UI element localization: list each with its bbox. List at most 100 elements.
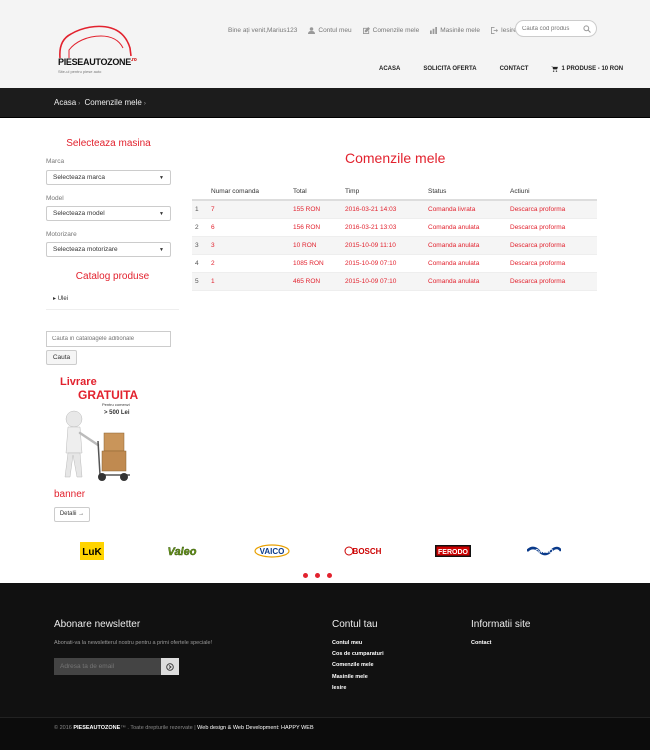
order-total: 156 RON (290, 218, 342, 237)
order-total: 1085 RON (290, 254, 342, 273)
svg-text:LuK: LuK (82, 547, 102, 558)
footer-link-contul-meu[interactable]: Contul meu (332, 640, 362, 646)
chart-icon (430, 26, 438, 34)
link-comenzile-mele[interactable]: Comenzile mele (362, 26, 419, 34)
order-number[interactable]: 7 (208, 200, 290, 219)
order-status: Comanda anulata (425, 236, 507, 255)
footer-link-masinile-mele[interactable]: Masinile mele (332, 674, 368, 680)
order-time: 2015-10-09 07:10 (342, 272, 425, 291)
newsletter-text: Abonati-va la newsletterul nostru pentru… (54, 640, 213, 646)
promo-line3: Pentru comenzi (102, 402, 130, 407)
row-index: 2 (192, 218, 208, 237)
footer-link-iesire[interactable]: Iesire (332, 685, 346, 691)
copyright: © 2016 PIESEAUTOZONE™ . Toate drepturile… (54, 725, 314, 731)
order-number[interactable]: 3 (208, 236, 290, 255)
catalog-item-ulei[interactable]: ▸ Ulei (53, 295, 68, 302)
marca-label: Marca (46, 158, 65, 165)
brand-logo-vaico[interactable]: VAICO (254, 542, 290, 560)
motorizare-select[interactable]: Selecteaza motorizare ▼ (46, 242, 171, 257)
order-status: Comanda anulata (425, 272, 507, 291)
site-footer (0, 583, 650, 717)
download-proforma-link[interactable]: Descarca proforma (507, 272, 597, 291)
row-index: 3 (192, 236, 208, 255)
order-time: 2015-10-09 07:10 (342, 254, 425, 273)
breadcrumb-separator: › (78, 101, 81, 107)
details-button[interactable]: Detalii → (54, 507, 90, 522)
logo-text[interactable]: PIESEAUTOZONE.ro (58, 57, 137, 67)
svg-text:FERODO: FERODO (438, 549, 469, 556)
order-number[interactable]: 2 (208, 254, 290, 273)
download-proforma-link[interactable]: Descarca proforma (507, 200, 597, 219)
order-time: 2016-03-21 14:03 (342, 200, 425, 219)
brand-logo-bosch[interactable]: BOSCH (344, 542, 382, 560)
model-select[interactable]: Selecteaza model ▼ (46, 206, 171, 221)
download-proforma-link[interactable]: Descarca proforma (507, 236, 597, 255)
row-index: 5 (192, 272, 208, 291)
nav-contact[interactable]: CONTACT (500, 66, 529, 72)
chevron-down-icon: ▼ (159, 174, 164, 181)
logo-car-outline[interactable] (55, 20, 135, 76)
column-header: Total (290, 183, 342, 201)
brand-logo-valeo[interactable]: Valeo (164, 542, 200, 560)
column-header: Actiuni (507, 183, 597, 201)
order-total: 465 RON (290, 272, 342, 291)
footer-link-comenzile-mele[interactable]: Comenzile mele (332, 662, 374, 668)
order-time: 2016-03-21 13:03 (342, 218, 425, 237)
breadcrumb-current: Comenzile mele (84, 98, 142, 107)
order-number[interactable]: 6 (208, 218, 290, 237)
order-status: Comanda anulata (425, 254, 507, 273)
breadcrumb-separator: › (143, 101, 146, 107)
column-header: Numar comanda (208, 183, 290, 201)
nav-acasa[interactable]: ACASA (379, 66, 400, 72)
newsletter-submit-button[interactable] (161, 658, 179, 675)
select-car-title: Selecteaza masina (66, 138, 151, 149)
search-input[interactable] (522, 24, 582, 34)
breadcrumb: Acasa › Comenzile mele › (54, 98, 148, 107)
newsletter-title: Abonare newsletter (54, 619, 141, 630)
footer-link-contact[interactable]: Contact (471, 640, 491, 646)
link-contul-meu[interactable]: Contul meu (308, 26, 352, 34)
carousel-dot[interactable] (303, 573, 308, 578)
greeting-text: Bine ați venit,Marius123 (228, 26, 298, 34)
user-icon (308, 26, 316, 34)
main-nav: ACASA SOLICITA OFERTA CONTACT 1 PRODUSE … (379, 66, 623, 72)
brand-logo-ferodo[interactable]: FERODO (435, 542, 471, 560)
carousel-dot[interactable] (315, 573, 320, 578)
carousel-dot[interactable] (327, 573, 332, 578)
column-header: Status (425, 183, 507, 201)
catalog-search-input[interactable] (46, 331, 171, 347)
catalog-search-button[interactable]: Cauta (46, 350, 77, 365)
logo-tagline: Site-ul pentru piese auto (58, 69, 102, 74)
svg-text:Valeo: Valeo (168, 546, 197, 558)
row-index: 4 (192, 254, 208, 273)
footer-link-cos[interactable]: Cos de cumparaturi (332, 651, 384, 657)
table-row: 5 1 465 RON 2015-10-09 07:10 Comanda anu… (192, 272, 597, 291)
bottom-bar (0, 717, 650, 750)
marca-select[interactable]: Selecteaza marca ▼ (46, 170, 171, 185)
breadcrumb-home[interactable]: Acasa (54, 98, 76, 107)
model-label: Model (46, 195, 64, 202)
delivery-figure-icon (64, 410, 130, 481)
nav-solicita-oferta[interactable]: SOLICITA OFERTA (423, 66, 476, 72)
svg-text:BOSCH: BOSCH (353, 547, 382, 556)
svg-text:VAICO: VAICO (260, 547, 285, 556)
download-proforma-link[interactable]: Descarca proforma (507, 218, 597, 237)
account-title: Contul tau (332, 619, 378, 630)
table-row: 3 3 10 RON 2015-10-09 11:10 Comanda anul… (192, 236, 597, 255)
column-header: Timp (342, 183, 425, 201)
cart-link[interactable]: 1 PRODUSE - 10 RON (551, 66, 623, 72)
free-delivery-banner[interactable]: Livrare GRATUITA Pentru comenzi > 500 Le… (58, 371, 143, 486)
link-iesire[interactable]: Iesire (490, 26, 517, 34)
credits-link[interactable]: Web design & Web Development: HAPPY WEB (197, 725, 313, 731)
download-proforma-link[interactable]: Descarca proforma (507, 254, 597, 273)
search-icon[interactable] (583, 25, 591, 33)
order-status: Comanda anulata (425, 218, 507, 237)
brand-logo-dayco[interactable]: DAYCO (527, 542, 561, 560)
link-masinile-mele[interactable]: Masinile mele (430, 26, 480, 34)
brand-logo-luk[interactable]: LuK (80, 542, 104, 560)
order-number[interactable]: 1 (208, 272, 290, 291)
table-row: 2 6 156 RON 2016-03-21 13:03 Comanda anu… (192, 218, 597, 237)
promo-line2: GRATUITA (78, 388, 139, 402)
motorizare-label: Motorizare (46, 231, 77, 238)
info-title: Informatii site (471, 619, 531, 630)
